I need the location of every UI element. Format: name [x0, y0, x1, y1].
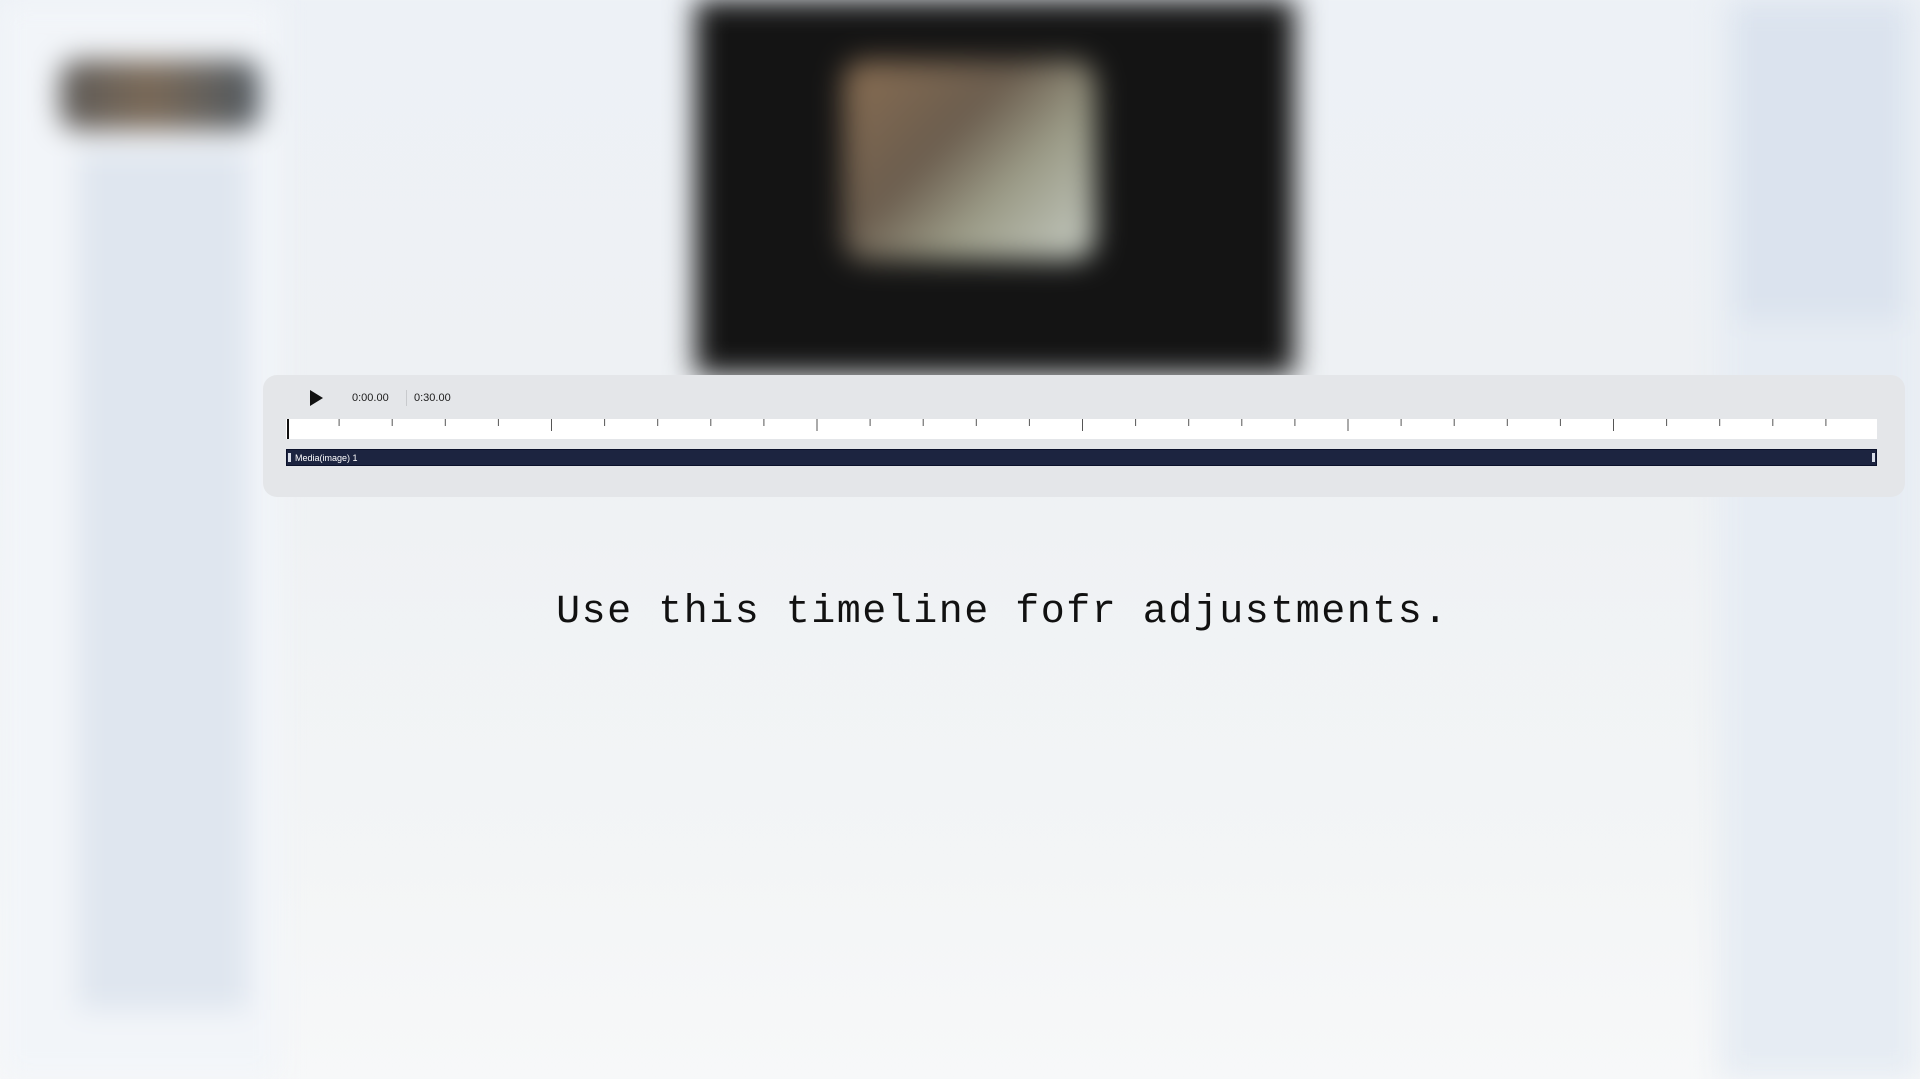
clip-trim-handle-left[interactable]	[288, 453, 291, 462]
ruler-ticks	[287, 419, 1827, 439]
media-thumbnail	[60, 60, 260, 130]
instruction-caption: Use this timeline fofr adjustments.	[556, 590, 1449, 635]
left-sidebar-list	[78, 150, 248, 1010]
clip-trim-handle-right[interactable]	[1872, 453, 1875, 462]
play-button[interactable]	[305, 387, 327, 409]
timeline-ruler[interactable]	[286, 419, 1877, 439]
total-time: 0:30.00	[414, 392, 451, 404]
play-icon	[310, 390, 323, 406]
time-divider	[406, 390, 407, 406]
clip-label: Media(image) 1	[295, 453, 358, 463]
timeline-controls: 0:00.00 0:30.00	[263, 375, 1905, 417]
preview-image	[843, 60, 1095, 260]
current-time: 0:00.00	[352, 392, 389, 404]
timeline-panel: 0:00.00 0:30.00 Media(image) 1	[263, 375, 1905, 497]
blurred-app-background	[0, 0, 1920, 1079]
media-track-clip[interactable]: Media(image) 1	[286, 449, 1877, 466]
right-sidebar-panel	[1735, 0, 1905, 320]
